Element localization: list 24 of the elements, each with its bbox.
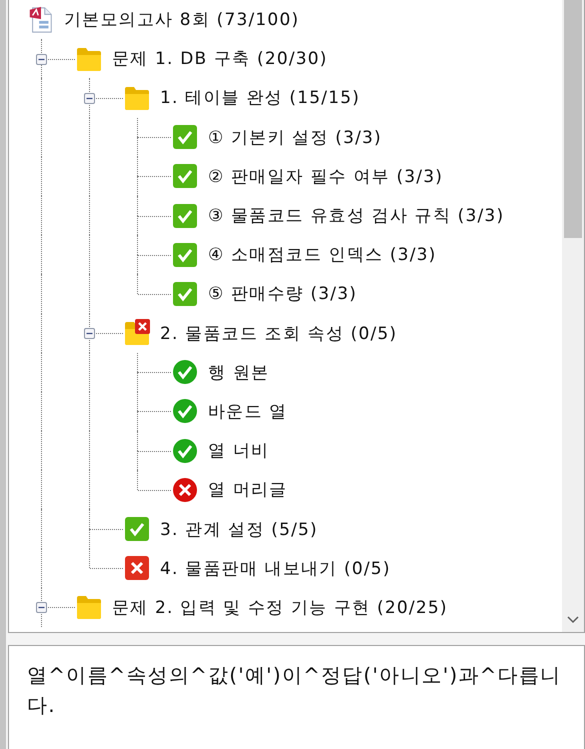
tree-item-label[interactable]: 4. 물품판매 내보내기 (0/5) (160, 556, 391, 580)
tree-item-label[interactable]: 열 너비 (208, 439, 270, 462)
tree-item-label[interactable]: ④ 소매점코드 인덱스 (3/3) (208, 243, 436, 266)
collapse-toggle[interactable] (36, 54, 47, 65)
tree-item-label[interactable]: ② 판매일자 필수 여부 (3/3) (208, 164, 444, 188)
message-text: 열^이름^속성의^값('예')이^정답('아니오')과^다릅니다. (27, 663, 562, 717)
tree-item-label[interactable]: 행 원본 (208, 360, 270, 384)
tree-item-label[interactable]: 문제 2. 입력 및 수정 기능 구현 (20/25) (112, 596, 448, 619)
tree-item-label[interactable]: 기본모의고사 8회 (73/100) (64, 8, 300, 32)
collapse-toggle[interactable] (84, 328, 95, 340)
collapse-toggle[interactable] (84, 92, 95, 104)
tree-item-label[interactable]: 열 머리글 (208, 478, 288, 502)
tree-item-label[interactable]: ⑤ 판매수량 (3/3) (208, 282, 358, 306)
collapse-toggle[interactable] (36, 602, 47, 614)
tree-item-label[interactable]: 문제 1. DB 구축 (20/30) (112, 47, 328, 70)
tree-item-label[interactable]: 바운드 열 (208, 400, 288, 423)
scrollbar-thumb[interactable] (564, 0, 582, 238)
tree-item-label[interactable]: 1. 테이블 완성 (15/15) (160, 86, 360, 110)
tree-item-label[interactable]: ① 기본키 설정 (3/3) (208, 126, 382, 149)
scroll-down-icon[interactable] (567, 616, 579, 624)
tree-item-label[interactable]: 3. 관계 설정 (5/5) (160, 518, 318, 541)
tree-item-label[interactable]: ③ 물품코드 유효성 검사 규칙 (3/3) (208, 204, 504, 228)
tree-item-label[interactable]: 2. 물품코드 조회 속성 (0/5) (160, 322, 398, 345)
scrollbar[interactable] (562, 0, 584, 632)
